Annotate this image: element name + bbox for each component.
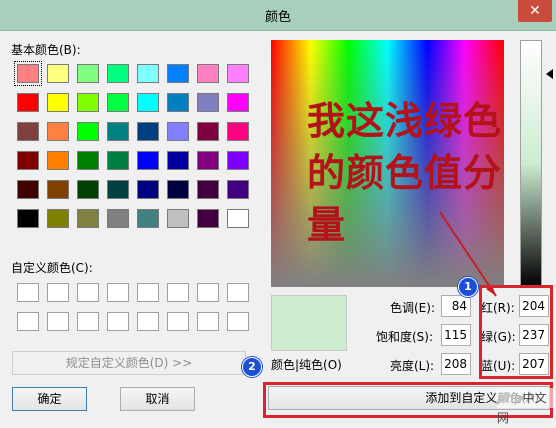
watermark-brand: php bbox=[497, 391, 523, 405]
watermark: php中文网 bbox=[497, 388, 555, 425]
annotation-arrows bbox=[439, 211, 497, 297]
highlight-box-rgb bbox=[479, 285, 553, 379]
annotation-badge-2: 2 bbox=[242, 357, 262, 377]
annotation-badge-1: 1 bbox=[458, 277, 478, 297]
